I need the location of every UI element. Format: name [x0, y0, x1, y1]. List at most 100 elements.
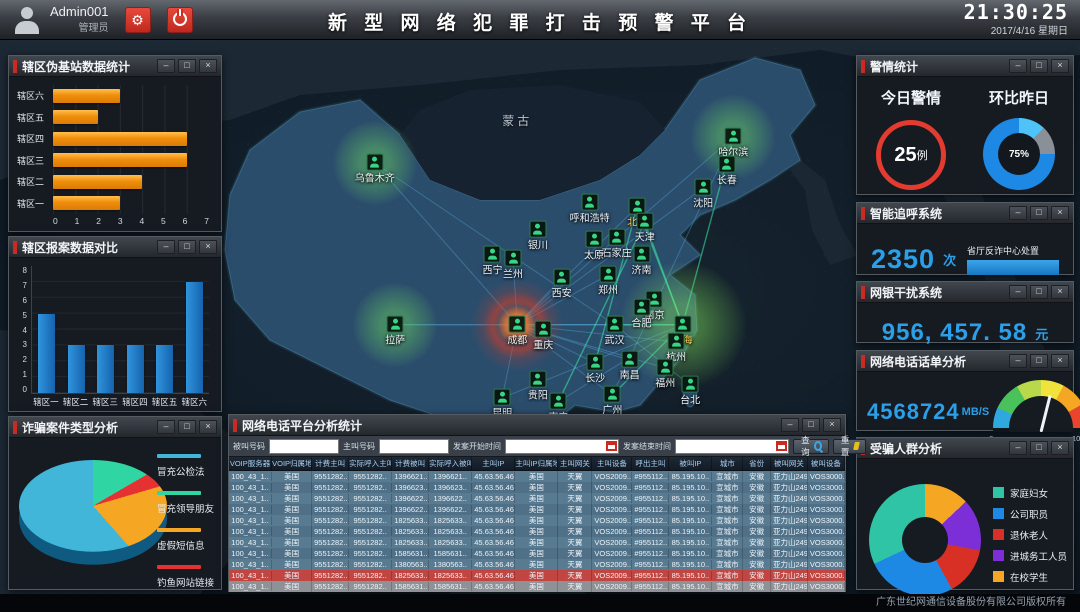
- table-row[interactable]: 100_43_1..美国9551282..9551282..1380563..1…: [229, 559, 845, 570]
- panel-title-bar[interactable]: 辖区报案数据对比 –□×: [9, 237, 221, 258]
- city-marker-长春[interactable]: 长春: [718, 156, 735, 173]
- city-marker-昆明[interactable]: 昆明: [494, 389, 511, 406]
- city-marker-南宁[interactable]: 南宁: [550, 392, 567, 409]
- maximize-button[interactable]: □: [1030, 285, 1048, 299]
- table-row[interactable]: 100_43_1..美国9551282..9551282..1585631..1…: [229, 548, 845, 559]
- panel-title-bar[interactable]: 智能追呼系统 –□×: [857, 203, 1073, 224]
- maximize-button[interactable]: □: [1030, 354, 1048, 368]
- city-marker-太原[interactable]: 太原: [586, 231, 603, 248]
- calendar-icon[interactable]: [776, 441, 787, 451]
- city-marker-拉萨[interactable]: 拉萨: [387, 315, 404, 332]
- panel-title-bar[interactable]: 受骗人群分析 –□×: [857, 438, 1073, 459]
- minimize-button[interactable]: –: [1009, 354, 1027, 368]
- column-header[interactable]: VOIP服务器: [229, 457, 272, 470]
- panel-title-bar[interactable]: 网络电话话单分析 –□×: [857, 351, 1073, 372]
- maximize-button[interactable]: □: [1030, 59, 1048, 73]
- column-header[interactable]: 实际呼入主叫: [349, 457, 392, 470]
- table-row[interactable]: 100_43_1..美国9551282..9551282..1825633..1…: [229, 526, 845, 537]
- panel-title-bar[interactable]: 网银干扰系统 –□×: [857, 282, 1073, 303]
- table-row[interactable]: 100_43_1..美国9551282..9551282..1396622..1…: [229, 493, 845, 504]
- minimize-button[interactable]: –: [1009, 59, 1027, 73]
- city-marker-合肥[interactable]: 合肥: [633, 299, 650, 316]
- city-marker-哈尔滨[interactable]: 哈尔滨: [725, 128, 742, 145]
- city-marker-乌鲁木齐[interactable]: 乌鲁木齐: [366, 154, 383, 171]
- table-row[interactable]: 100_43_1..美国9551282..9551282..1396621..1…: [229, 471, 845, 482]
- city-marker-上海[interactable]: 上海: [674, 315, 691, 332]
- table-row[interactable]: 100_43_1..美国9551282..9551282..1585631..1…: [229, 581, 845, 592]
- case-start-time-input[interactable]: [506, 441, 606, 452]
- minimize-button[interactable]: –: [1009, 285, 1027, 299]
- column-header[interactable]: 呼出主叫: [632, 457, 669, 470]
- column-header[interactable]: 被叫网关: [771, 457, 808, 470]
- city-marker-南昌[interactable]: 南昌: [621, 351, 638, 368]
- close-button[interactable]: ×: [199, 240, 217, 254]
- reset-button[interactable]: 重置: [833, 439, 867, 454]
- city-marker-台北[interactable]: 台北: [682, 376, 699, 393]
- table-row[interactable]: 100_43_1..美国9551282..9551282..1396622..1…: [229, 504, 845, 515]
- city-marker-广州[interactable]: 广州: [604, 386, 621, 403]
- maximize-button[interactable]: □: [178, 420, 196, 434]
- case-end-time-input[interactable]: [676, 441, 776, 452]
- close-button[interactable]: ×: [1051, 354, 1069, 368]
- city-marker-武汉[interactable]: 武汉: [606, 315, 623, 332]
- column-header[interactable]: 被叫设备: [808, 457, 845, 470]
- city-marker-北京[interactable]: 北京: [629, 197, 646, 214]
- calendar-icon[interactable]: [606, 441, 617, 451]
- city-marker-沈阳[interactable]: 沈阳: [695, 179, 712, 196]
- table-row[interactable]: 100_43_1..美国9551282..9551282..1825633..1…: [229, 537, 845, 548]
- panel-title-bar[interactable]: 警情统计 –□×: [857, 56, 1073, 77]
- close-button[interactable]: ×: [199, 420, 217, 434]
- caller-number-input[interactable]: [380, 441, 448, 452]
- minimize-button[interactable]: –: [157, 420, 175, 434]
- minimize-button[interactable]: –: [1009, 441, 1027, 455]
- settings-button[interactable]: ⚙: [125, 7, 151, 33]
- minimize-button[interactable]: –: [1009, 206, 1027, 220]
- maximize-button[interactable]: □: [178, 59, 196, 73]
- panel-title-bar[interactable]: 辖区伪基站数据统计 –□×: [9, 56, 221, 77]
- table-row[interactable]: 100_43_1..美国9551282..9551282..1825633..1…: [229, 570, 845, 581]
- city-marker-福州[interactable]: 福州: [657, 359, 674, 376]
- minimize-button[interactable]: –: [157, 240, 175, 254]
- city-marker-成都[interactable]: 成都: [509, 315, 526, 332]
- close-button[interactable]: ×: [1051, 441, 1069, 455]
- city-marker-西宁[interactable]: 西宁: [484, 246, 501, 263]
- city-marker-西安[interactable]: 西安: [553, 269, 570, 286]
- maximize-button[interactable]: □: [1030, 441, 1048, 455]
- city-marker-天津[interactable]: 天津: [636, 213, 653, 230]
- minimize-button[interactable]: –: [781, 418, 799, 432]
- search-button[interactable]: 查询: [793, 439, 829, 454]
- column-header[interactable]: 计费被叫: [392, 457, 429, 470]
- column-header[interactable]: 主叫IP: [472, 457, 515, 470]
- city-marker-银川[interactable]: 银川: [529, 221, 546, 238]
- called-number-input[interactable]: [270, 441, 338, 452]
- city-marker-郑州[interactable]: 郑州: [600, 266, 617, 283]
- column-header[interactable]: 主叫IP归属地: [515, 457, 558, 470]
- maximize-button[interactable]: □: [178, 240, 196, 254]
- close-button[interactable]: ×: [199, 59, 217, 73]
- city-marker-杭州[interactable]: 杭州: [668, 333, 685, 350]
- close-button[interactable]: ×: [1051, 206, 1069, 220]
- table-row[interactable]: 100_43_1..美国9551282..9551282..1396623..1…: [229, 482, 845, 493]
- maximize-button[interactable]: □: [1030, 206, 1048, 220]
- city-marker-兰州[interactable]: 兰州: [505, 250, 522, 267]
- column-header[interactable]: VOIP归属地: [272, 457, 312, 470]
- city-marker-贵阳[interactable]: 贵阳: [529, 371, 546, 388]
- table-row[interactable]: 100_43_1..美国9551282..9551282..1825633..1…: [229, 515, 845, 526]
- city-marker-重庆[interactable]: 重庆: [535, 320, 552, 337]
- city-marker-石家庄[interactable]: 石家庄: [608, 228, 625, 245]
- city-marker-济南[interactable]: 济南: [633, 246, 650, 263]
- column-header[interactable]: 计费主叫: [312, 457, 349, 470]
- close-button[interactable]: ×: [1051, 285, 1069, 299]
- column-header[interactable]: 主叫网关: [558, 457, 592, 470]
- column-header[interactable]: 实际呼入被叫: [429, 457, 472, 470]
- city-marker-呼和浩特[interactable]: 呼和浩特: [581, 194, 598, 211]
- minimize-button[interactable]: –: [157, 59, 175, 73]
- city-marker-长沙[interactable]: 长沙: [587, 354, 604, 371]
- panel-title-bar[interactable]: 网络电话平台分析统计 –□×: [229, 415, 845, 436]
- panel-title-bar[interactable]: 诈骗案件类型分析 –□×: [9, 417, 221, 438]
- maximize-button[interactable]: □: [802, 418, 820, 432]
- column-header[interactable]: 城市: [712, 457, 743, 470]
- column-header[interactable]: 主叫设备: [592, 457, 632, 470]
- column-header[interactable]: 被叫IP: [669, 457, 712, 470]
- column-header[interactable]: 省份: [743, 457, 771, 470]
